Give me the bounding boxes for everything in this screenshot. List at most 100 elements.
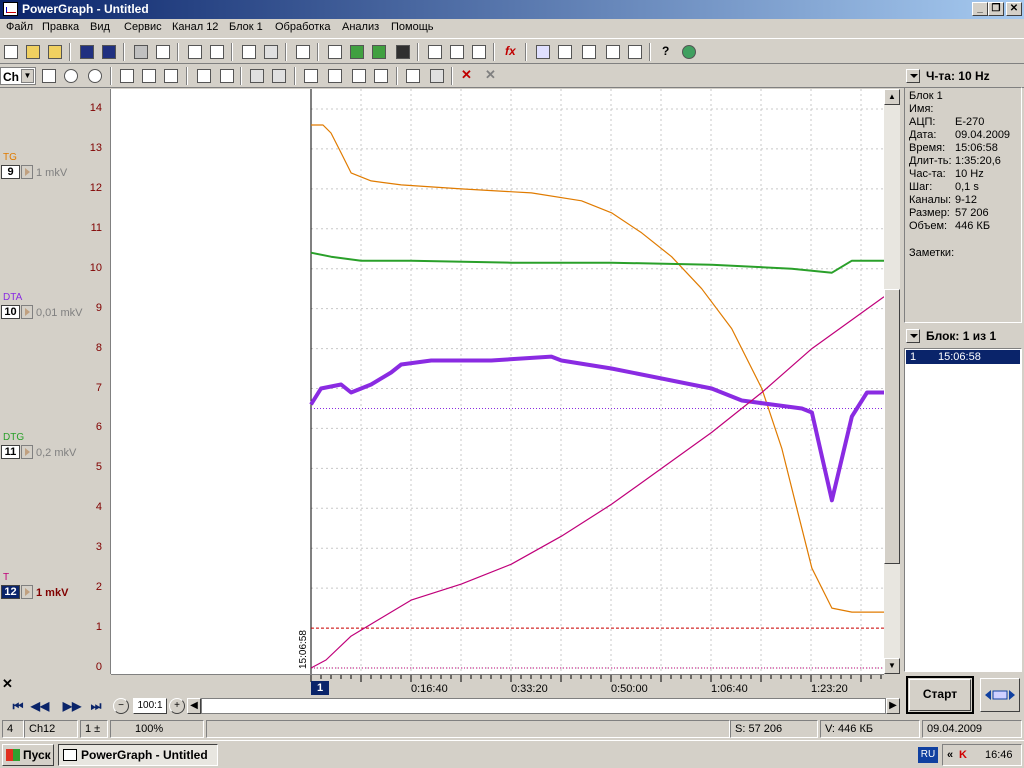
menu-channel[interactable]: Канал 12 <box>172 21 218 33</box>
time-label: 1:23:20 <box>811 683 848 695</box>
marker-clear-icon[interactable] <box>270 67 288 85</box>
waveform-icon[interactable] <box>404 67 422 85</box>
scroll-right-icon[interactable]: ▶ <box>886 698 900 714</box>
block-list[interactable]: 1 15:06:58 <box>904 348 1022 672</box>
web-icon[interactable] <box>680 43 698 61</box>
duplicate-icon[interactable] <box>294 43 312 61</box>
copy-data-icon[interactable] <box>240 43 258 61</box>
zoom-out-icon[interactable] <box>62 67 80 85</box>
print-icon[interactable] <box>132 43 150 61</box>
traffic-light-icon[interactable] <box>394 43 412 61</box>
channel-dtg-number[interactable]: 11 <box>1 445 20 459</box>
chevron-down-icon[interactable] <box>906 69 920 83</box>
previous-icon[interactable] <box>326 67 344 85</box>
vertical-arrange-icon[interactable] <box>118 67 136 85</box>
blocks-header[interactable]: Блок: 1 из 1 <box>904 326 1022 346</box>
autoscale-all-icon[interactable] <box>218 67 236 85</box>
channel-tg-number[interactable]: 9 <box>1 165 20 179</box>
film-icon[interactable] <box>348 43 366 61</box>
close-button[interactable]: ✕ <box>1006 2 1022 16</box>
paste-icon[interactable] <box>262 43 280 61</box>
zoom-level[interactable]: 100:1 <box>133 698 167 714</box>
function-icon[interactable]: fx <box>502 43 520 61</box>
hscroll-thumb[interactable] <box>201 698 886 714</box>
edit-pencil-icon[interactable] <box>426 43 444 61</box>
minimize-button[interactable]: _ <box>972 2 988 16</box>
menu-analysis[interactable]: Анализ <box>342 21 379 33</box>
nv-icon[interactable] <box>626 43 644 61</box>
restore-button[interactable]: ❐ <box>988 2 1004 16</box>
zoom-analysis-icon[interactable] <box>556 43 574 61</box>
open-recent-icon[interactable] <box>46 43 64 61</box>
fit-icon[interactable] <box>162 67 180 85</box>
help-icon[interactable]: ? <box>658 43 676 61</box>
scroll-down-icon[interactable]: ▼ <box>884 658 900 674</box>
device-link-button[interactable] <box>980 678 1020 712</box>
start-menu-button[interactable]: Пуск <box>2 744 54 766</box>
last-block-icon[interactable]: ⏭ <box>86 698 106 714</box>
autoscale-icon[interactable] <box>195 67 213 85</box>
delete-icon[interactable]: ✕ <box>458 67 476 85</box>
horizontal-arrange-icon[interactable] <box>140 67 158 85</box>
next-icon[interactable] <box>350 67 368 85</box>
list-item[interactable]: 1 15:06:58 <box>906 350 1020 364</box>
menu-edit[interactable]: Правка <box>42 21 79 33</box>
channel-dtg-arrow-icon[interactable] <box>21 445 33 459</box>
spectrum-icon[interactable] <box>604 43 622 61</box>
first-block-icon[interactable]: ⏮ <box>8 698 28 714</box>
menu-processing[interactable]: Обработка <box>275 21 330 33</box>
channel-tg-arrow-icon[interactable] <box>21 165 33 179</box>
block-marker[interactable]: 1 <box>311 681 329 695</box>
chevron-down-icon[interactable] <box>906 329 920 343</box>
menu-file[interactable]: Файл <box>6 21 33 33</box>
new-file-icon[interactable] <box>2 43 20 61</box>
scroll-left-icon[interactable]: ◀ <box>187 698 201 714</box>
app-icon[interactable] <box>3 2 18 16</box>
vertical-scrollbar[interactable]: ▲ ▼ <box>884 89 900 674</box>
play-film-icon[interactable] <box>370 43 388 61</box>
channel-dta-number[interactable]: 10 <box>1 305 20 319</box>
zoom-minus-icon[interactable]: − <box>113 698 129 714</box>
frequency-header[interactable]: Ч-та: 10 Hz <box>904 66 1022 86</box>
copy-icon[interactable] <box>208 43 226 61</box>
zoom-in-icon[interactable] <box>86 67 104 85</box>
chevron-down-icon[interactable]: ▼ <box>21 69 34 83</box>
save-icon[interactable] <box>78 43 96 61</box>
channel-t-number[interactable]: 12 <box>1 585 20 599</box>
waveform-off-icon[interactable] <box>428 67 446 85</box>
antivirus-icon[interactable]: K <box>959 745 967 765</box>
table-icon[interactable] <box>534 43 552 61</box>
channel-select[interactable]: Ch ▼ <box>0 67 36 85</box>
plot-area[interactable]: 15:06:58 <box>111 89 885 674</box>
open-folder-icon[interactable] <box>24 43 42 61</box>
next-block-icon[interactable]: ▶▶ <box>62 698 82 714</box>
print-preview-icon[interactable] <box>154 43 172 61</box>
language-indicator[interactable]: RU <box>918 747 938 763</box>
menu-block[interactable]: Блок 1 <box>229 21 263 33</box>
close-icon[interactable]: ✕ <box>2 676 13 692</box>
menu-help[interactable]: Помощь <box>391 21 434 33</box>
start-button[interactable]: Старт <box>906 676 974 714</box>
first-icon[interactable] <box>302 67 320 85</box>
last-icon[interactable] <box>372 67 390 85</box>
delete-all-icon[interactable]: ✕ <box>482 67 500 85</box>
channel-dta-arrow-icon[interactable] <box>21 305 33 319</box>
settings-icon[interactable] <box>470 43 488 61</box>
properties-icon[interactable] <box>448 43 466 61</box>
find-icon[interactable] <box>326 43 344 61</box>
prev-block-icon[interactable]: ◀◀ <box>30 698 50 714</box>
cut-icon[interactable] <box>186 43 204 61</box>
fft-icon[interactable] <box>580 43 598 61</box>
channel-t-arrow-icon[interactable] <box>21 585 33 599</box>
menu-view[interactable]: Вид <box>90 21 110 33</box>
zoom-plus-icon[interactable]: + <box>169 698 185 714</box>
channel-tg-scale: 1 mkV <box>36 167 68 179</box>
taskbar-app-button[interactable]: PowerGraph - Untitled <box>58 744 218 766</box>
scroll-up-icon[interactable]: ▲ <box>884 89 900 105</box>
scroll-thumb[interactable] <box>884 289 900 564</box>
save-as-icon[interactable] <box>100 43 118 61</box>
channel-list-icon[interactable] <box>40 67 58 85</box>
tray-expand-icon[interactable]: « <box>947 745 953 765</box>
menu-service[interactable]: Сервис <box>124 21 162 33</box>
marker-icon[interactable] <box>248 67 266 85</box>
